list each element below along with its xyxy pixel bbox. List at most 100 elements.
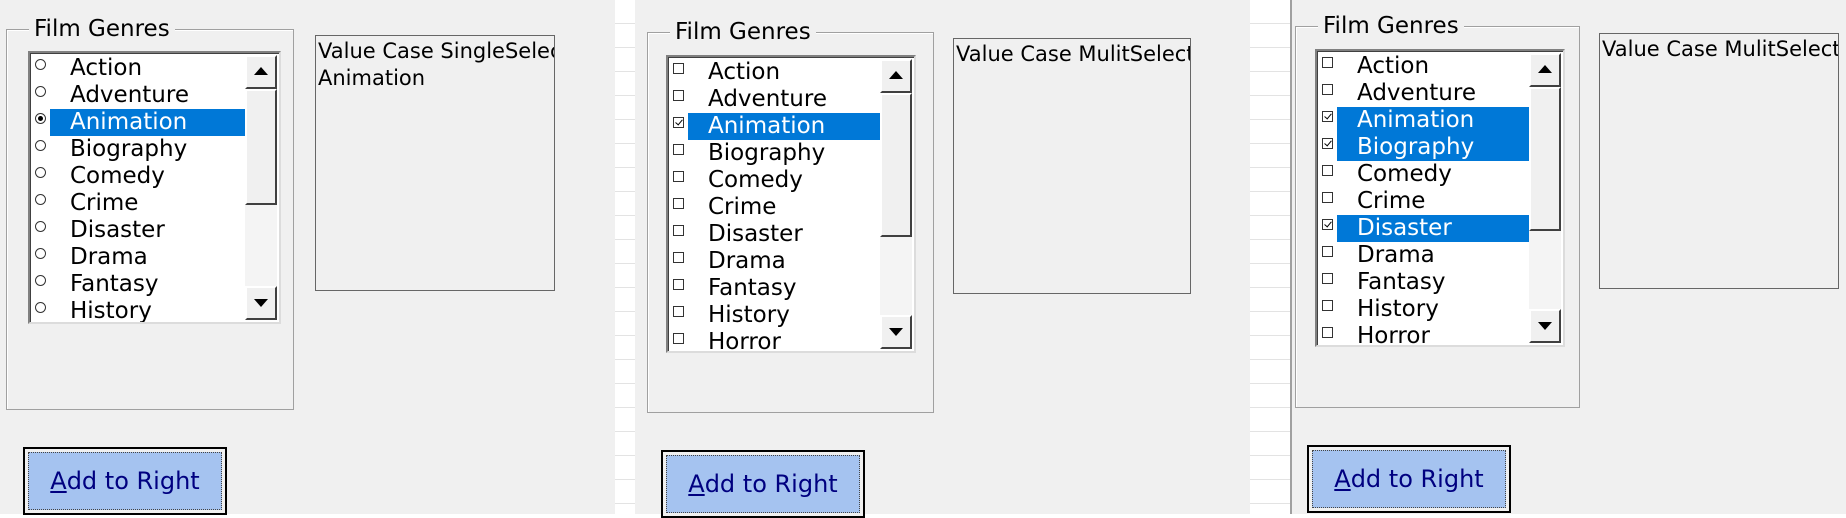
radio-icon[interactable] (35, 113, 46, 124)
list-item[interactable]: Action (30, 55, 247, 82)
scroll-thumb[interactable] (880, 93, 912, 237)
list-item[interactable]: Disaster (30, 217, 247, 244)
list-item-label: Biography (1337, 134, 1531, 161)
list-item[interactable]: Animation (1317, 107, 1531, 134)
checkbox-icon[interactable] (1322, 327, 1333, 338)
radio-icon[interactable] (35, 59, 46, 70)
radio-icon[interactable] (35, 194, 46, 205)
checkbox-icon[interactable] (673, 198, 684, 209)
list-item[interactable]: Horror (668, 329, 882, 353)
scroll-thumb[interactable] (245, 89, 277, 205)
checkbox-icon[interactable] (1322, 165, 1333, 176)
checkbox-icon[interactable] (1322, 111, 1333, 122)
checkbox-icon[interactable] (673, 333, 684, 344)
checkbox-icon[interactable] (1322, 57, 1333, 68)
genre-listbox[interactable]: Action Adventure Animation Biography Comedy C… (666, 55, 916, 353)
scroll-down-button[interactable] (245, 286, 277, 320)
scroll-down-arrow-icon (254, 299, 268, 307)
list-item[interactable]: Fantasy (668, 275, 882, 302)
list-item[interactable]: Disaster (668, 221, 882, 248)
checkbox-icon[interactable] (673, 225, 684, 236)
list-item[interactable]: Adventure (668, 86, 882, 113)
listbox-scrollbar[interactable] (1529, 53, 1561, 343)
add-to-right-button[interactable]: Add to Right (1307, 445, 1511, 513)
radio-icon[interactable] (35, 248, 46, 259)
list-item[interactable]: Biography (668, 140, 882, 167)
scroll-up-button[interactable] (1529, 53, 1561, 87)
scroll-up-arrow-icon (1538, 65, 1552, 73)
radio-icon[interactable] (35, 167, 46, 178)
list-item[interactable]: Disaster (1317, 215, 1531, 242)
radio-icon[interactable] (35, 275, 46, 286)
listbox-scrollbar[interactable] (880, 59, 912, 349)
list-item[interactable]: History (1317, 296, 1531, 323)
sheet-grid-gap-1 (615, 0, 635, 514)
list-item-label: Drama (708, 248, 786, 274)
checkbox-icon[interactable] (673, 117, 684, 128)
list-item[interactable]: Biography (30, 136, 247, 163)
checkbox-icon[interactable] (1322, 84, 1333, 95)
list-item[interactable]: Drama (30, 244, 247, 271)
listbox-scrollbar[interactable] (245, 55, 277, 320)
scroll-thumb[interactable] (1529, 87, 1561, 231)
list-item-label: Fantasy (708, 275, 797, 301)
radio-icon[interactable] (35, 140, 46, 151)
value-line: Value Case MulitSelect (956, 42, 1191, 66)
list-item[interactable]: Animation (30, 109, 247, 136)
scroll-down-button[interactable] (880, 315, 912, 349)
list-item[interactable]: Fantasy (1317, 269, 1531, 296)
list-item[interactable]: Comedy (1317, 161, 1531, 188)
list-item[interactable]: Biography (1317, 134, 1531, 161)
checkbox-icon[interactable] (673, 279, 684, 290)
list-item-label: Crime (1357, 188, 1426, 214)
list-item-label: Drama (70, 244, 148, 270)
checkbox-icon[interactable] (1322, 219, 1333, 230)
list-item-label: Disaster (70, 217, 165, 243)
button-label: dd to Right (1350, 465, 1484, 493)
radio-icon[interactable] (35, 86, 46, 97)
scroll-down-button[interactable] (1529, 309, 1561, 343)
checkbox-icon[interactable] (673, 171, 684, 182)
radio-icon[interactable] (35, 221, 46, 232)
list-item-label: History (1357, 296, 1439, 322)
list-item[interactable]: Adventure (30, 82, 247, 109)
list-item[interactable]: Fantasy (30, 271, 247, 298)
list-item-label: Animation (50, 109, 247, 136)
checkbox-icon[interactable] (673, 90, 684, 101)
checkbox-icon[interactable] (1322, 246, 1333, 257)
value-line: Animation (318, 66, 426, 90)
list-item[interactable]: Crime (668, 194, 882, 221)
list-item[interactable]: Action (1317, 53, 1531, 80)
checkbox-icon[interactable] (1322, 192, 1333, 203)
list-item[interactable]: Drama (668, 248, 882, 275)
checkbox-icon[interactable] (1322, 300, 1333, 311)
checkbox-icon[interactable] (673, 63, 684, 74)
list-item[interactable]: Animation (668, 113, 882, 140)
checkbox-icon[interactable] (673, 306, 684, 317)
scroll-up-button[interactable] (245, 55, 277, 89)
list-item[interactable]: Comedy (30, 163, 247, 190)
scroll-up-arrow-icon (889, 71, 903, 79)
list-item[interactable]: Comedy (668, 167, 882, 194)
genre-listbox[interactable]: Action Adventure Animation Biography Comedy C… (1315, 49, 1565, 347)
list-item[interactable]: History (668, 302, 882, 329)
list-item-label: Horror (708, 329, 781, 353)
genre-listbox[interactable]: Action Adventure Animation Biography Comedy C… (28, 51, 281, 324)
panel-multi-select-1: Film Genres Action Adventure Animation Biog… (635, 0, 1250, 518)
add-to-right-button[interactable]: Add to Right (661, 450, 865, 518)
radio-icon[interactable] (35, 302, 46, 313)
list-item[interactable]: Crime (1317, 188, 1531, 215)
list-item[interactable]: Horror (1317, 323, 1531, 345)
list-item[interactable]: Crime (30, 190, 247, 217)
add-to-right-button[interactable]: Add to Right (23, 447, 227, 515)
checkbox-icon[interactable] (673, 144, 684, 155)
list-item-label: History (708, 302, 790, 328)
list-item[interactable]: Drama (1317, 242, 1531, 269)
checkbox-icon[interactable] (1322, 273, 1333, 284)
list-item[interactable]: Action (668, 59, 882, 86)
list-item[interactable]: History (30, 298, 247, 322)
checkbox-icon[interactable] (673, 252, 684, 263)
checkbox-icon[interactable] (1322, 138, 1333, 149)
scroll-up-button[interactable] (880, 59, 912, 93)
list-item[interactable]: Adventure (1317, 80, 1531, 107)
